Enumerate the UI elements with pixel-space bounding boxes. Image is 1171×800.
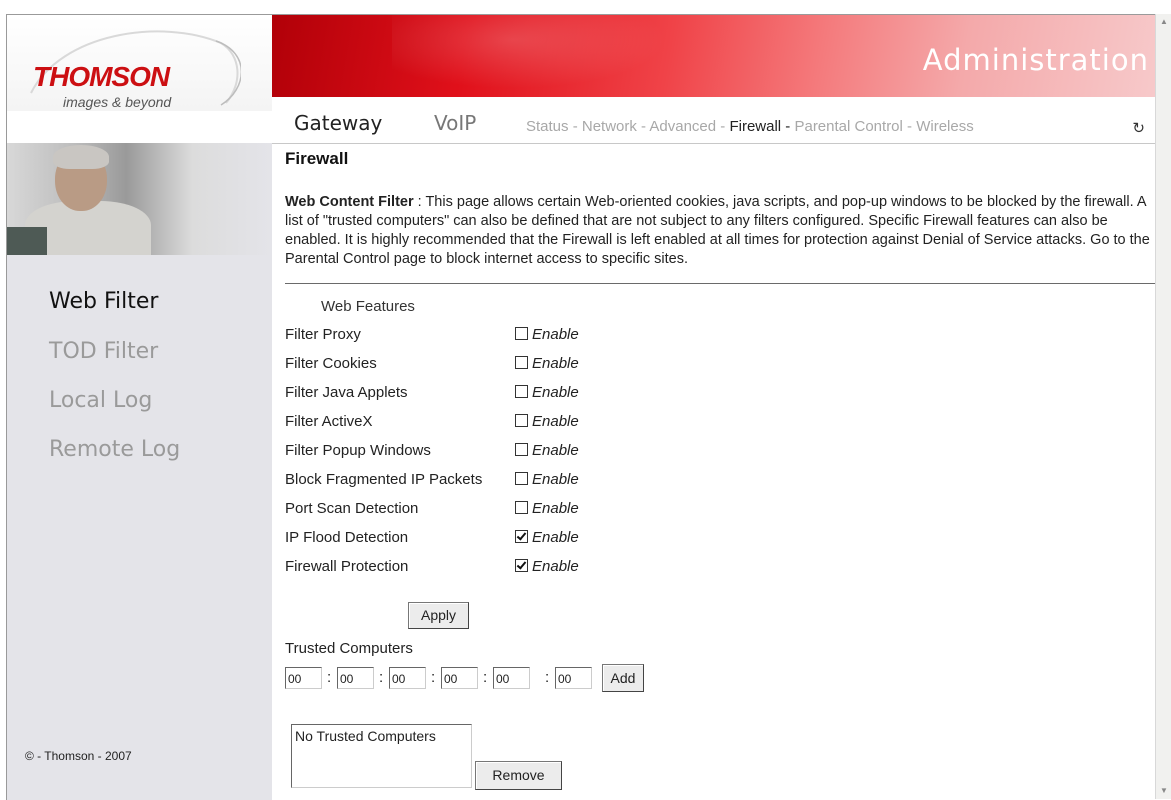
checkbox[interactable] [515, 530, 528, 543]
checkbox[interactable] [515, 472, 528, 485]
top-navigation: Gateway VoIP Status - Network - Advanced… [272, 97, 1155, 144]
feature-toggle-filter-java-applets[interactable]: Enable [515, 384, 579, 401]
subnav-network[interactable]: Network - [582, 118, 646, 135]
checkbox[interactable] [515, 327, 528, 340]
enable-label: Enable [532, 384, 579, 401]
header-photo [7, 143, 272, 255]
divider [285, 283, 1155, 284]
remove-button[interactable]: Remove [475, 761, 562, 790]
copyright: © - Thomson - 2007 [25, 749, 132, 763]
feature-toggle-filter-popup-windows[interactable]: Enable [515, 442, 579, 459]
subnav-firewall[interactable]: Firewall - [729, 118, 790, 135]
trusted-computers-label: Trusted Computers [285, 640, 413, 657]
logo-tagline: images & beyond [63, 94, 172, 110]
nav-gateway[interactable]: Gateway [294, 111, 382, 135]
enable-label: Enable [532, 413, 579, 430]
feature-toggle-firewall-protection[interactable]: Enable [515, 558, 579, 575]
subnav-parental-control[interactable]: Parental Control - [794, 118, 912, 135]
feature-label-filter-cookies: Filter Cookies [285, 355, 377, 372]
feature-toggle-port-scan-detection[interactable]: Enable [515, 500, 579, 517]
sub-navigation: Status - Network - Advanced - Firewall -… [526, 118, 974, 135]
trusted-computers-list[interactable]: No Trusted Computers [291, 724, 472, 788]
mac-separator: : [545, 669, 550, 686]
router-admin-page: THOMSON images & beyond Administration G… [6, 14, 1155, 800]
mac-octet-5-input[interactable]: 00 [493, 667, 530, 689]
feature-toggle-filter-activex[interactable]: Enable [515, 413, 579, 430]
enable-label: Enable [532, 442, 579, 459]
subnav-advanced[interactable]: Advanced - [649, 118, 725, 135]
mac-separator: : [483, 669, 488, 686]
feature-label-filter-java-applets: Filter Java Applets [285, 384, 408, 401]
nav-voip[interactable]: VoIP [434, 111, 476, 135]
checkbox[interactable] [515, 501, 528, 514]
sidebar: Web Filter TOD Filter Local Log Remote L… [7, 143, 272, 800]
refresh-icon[interactable]: ↻ [1132, 119, 1145, 137]
subnav-status[interactable]: Status - [526, 118, 578, 135]
logo-area: THOMSON images & beyond [7, 15, 272, 111]
mac-separator: : [379, 669, 384, 686]
feature-toggle-block-fragmented-ip-packets[interactable]: Enable [515, 471, 579, 488]
sidebar-item-web-filter[interactable]: Web Filter [49, 289, 158, 314]
description-heading: Web Content Filter [285, 194, 414, 210]
sidebar-item-tod-filter[interactable]: TOD Filter [49, 339, 158, 364]
page-title: Firewall [285, 149, 349, 168]
enable-label: Enable [532, 500, 579, 517]
vertical-scrollbar[interactable]: ▲ ▼ [1155, 14, 1171, 799]
feature-label-ip-flood-detection: IP Flood Detection [285, 529, 409, 546]
feature-label-block-fragmented-ip-packets: Block Fragmented IP Packets [285, 471, 483, 488]
sidebar-item-local-log[interactable]: Local Log [49, 388, 152, 413]
header-banner: Administration [272, 15, 1155, 97]
enable-label: Enable [532, 326, 579, 343]
checkbox[interactable] [515, 414, 528, 427]
feature-label-filter-popup-windows: Filter Popup Windows [285, 442, 431, 459]
thomson-logo[interactable]: THOMSON [33, 61, 170, 93]
subnav-wireless[interactable]: Wireless [916, 118, 974, 135]
banner-decoration [392, 15, 692, 97]
scroll-up-icon[interactable]: ▲ [1156, 14, 1171, 30]
main-content: Firewall Web Content Filter : This page … [283, 143, 1155, 800]
feature-toggle-ip-flood-detection[interactable]: Enable [515, 529, 579, 546]
sidebar-item-remote-log[interactable]: Remote Log [49, 437, 180, 462]
page-description: Web Content Filter : This page allows ce… [285, 193, 1153, 269]
web-features-heading: Web Features [321, 298, 415, 315]
feature-toggle-filter-cookies[interactable]: Enable [515, 355, 579, 372]
description-separator: : [413, 194, 426, 210]
apply-button[interactable]: Apply [408, 602, 469, 629]
feature-label-filter-activex: Filter ActiveX [285, 413, 373, 430]
page-section-title: Administration [922, 43, 1149, 77]
mac-octet-6-input[interactable]: 00 [555, 667, 592, 689]
mac-separator: : [431, 669, 436, 686]
scroll-down-icon[interactable]: ▼ [1156, 783, 1171, 799]
enable-label: Enable [532, 355, 579, 372]
mac-octet-3-input[interactable]: 00 [389, 667, 426, 689]
enable-label: Enable [532, 471, 579, 488]
mac-octet-2-input[interactable]: 00 [337, 667, 374, 689]
add-button[interactable]: Add [602, 664, 644, 692]
list-item[interactable]: No Trusted Computers [295, 728, 436, 744]
checkbox[interactable] [515, 385, 528, 398]
enable-label: Enable [532, 529, 579, 546]
checkbox[interactable] [515, 443, 528, 456]
feature-toggle-filter-proxy[interactable]: Enable [515, 326, 579, 343]
mac-octet-1-input[interactable]: 00 [285, 667, 322, 689]
mac-separator: : [327, 669, 332, 686]
checkbox[interactable] [515, 559, 528, 572]
mac-octet-4-input[interactable]: 00 [441, 667, 478, 689]
window-top-edge [0, 0, 1171, 14]
feature-label-port-scan-detection: Port Scan Detection [285, 500, 419, 517]
checkbox[interactable] [515, 356, 528, 369]
feature-label-filter-proxy: Filter Proxy [285, 326, 361, 343]
enable-label: Enable [532, 558, 579, 575]
feature-label-firewall-protection: Firewall Protection [285, 558, 409, 575]
